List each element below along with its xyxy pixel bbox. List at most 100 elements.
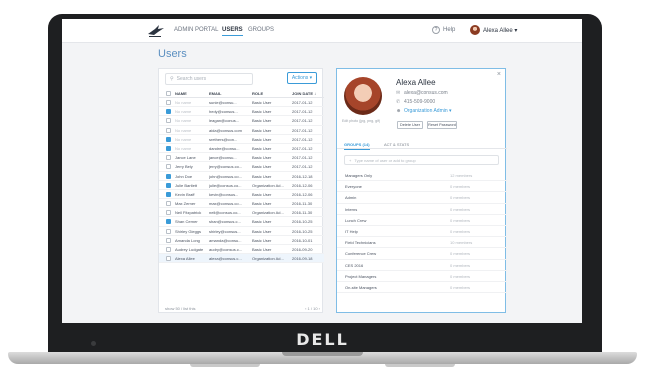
user-icon: ☻ (396, 107, 402, 114)
nav-users[interactable]: USERS (222, 27, 243, 36)
row-checkbox[interactable] (166, 155, 171, 161)
table-row[interactable]: Neil Fitzpatrick neil@consus.co... Organiz… (159, 208, 324, 218)
list-item[interactable]: Everyone 0 members (337, 181, 507, 193)
delete-user-button[interactable]: Delete User (397, 121, 423, 129)
row-checkbox[interactable] (166, 256, 171, 262)
table-row[interactable]: No name dandre@consu... Basic User 2017-01-… (159, 144, 324, 154)
cell-role: Basic User (252, 127, 272, 133)
cell-role: Basic User (252, 247, 272, 252)
column-header-name[interactable]: NAME (175, 91, 187, 96)
table-footer: show 50 / list this ‹ 1 / 10 › (165, 306, 320, 311)
row-checkbox[interactable] (166, 145, 171, 151)
table-row[interactable]: No name srethers@con... Basic User 2017-01-… (159, 135, 324, 144)
actions-dropdown-button[interactable]: Actions ▾ (287, 72, 317, 84)
table-row[interactable]: Max Zerner max@consus.co... Basic User 2016… (159, 199, 324, 209)
list-item[interactable]: On-site Managers 0 members (337, 282, 507, 294)
cell-email: dandre@consu... (209, 145, 240, 151)
help-link[interactable]: ? Help (432, 26, 455, 34)
row-checkbox[interactable] (166, 210, 171, 216)
group-member-count: 0 members (450, 206, 471, 212)
pagination[interactable]: ‹ 1 / 10 › (305, 306, 320, 311)
cell-role: Basic User (252, 219, 272, 225)
cell-email: srethers@con... (209, 136, 238, 142)
bird-logo-icon[interactable] (146, 23, 166, 39)
row-checkbox[interactable] (166, 201, 171, 207)
table-row[interactable]: Shirley Gieggs shirley@consus... Basic Use… (159, 227, 324, 236)
list-item[interactable]: Lunch Crew 0 members (337, 215, 507, 226)
table-row[interactable]: No name aida@consus.com Basic User 2017-01-… (159, 126, 324, 135)
close-icon[interactable]: × (497, 71, 501, 78)
group-name: Conference Crew (345, 251, 377, 257)
table-row[interactable]: Jerry Bely jerry@consus.co... Basic User 20… (159, 162, 324, 172)
row-checkbox[interactable] (166, 164, 171, 170)
group-name: IT Help (345, 228, 358, 234)
table-row[interactable]: Kevin Braff kevin@consus... Basic User 2016… (159, 190, 324, 200)
table-row[interactable]: Amanda Long amanda@consu... Basic User 2016… (159, 236, 324, 245)
column-header-role[interactable]: ROLE (252, 91, 263, 96)
table-row[interactable]: Shan Cerner shan@consus.c... Basic User 201… (159, 217, 324, 227)
nav-admin-portal[interactable]: ADMIN PORTAL (174, 27, 218, 33)
help-label: Help (443, 27, 456, 33)
row-checkbox[interactable] (166, 109, 171, 115)
row-checkbox[interactable] (166, 173, 171, 179)
table-row[interactable]: Audrey Ludgate audry@consus.c... Basic Use… (159, 245, 324, 255)
page-size-selector[interactable]: show 50 / list this (165, 306, 195, 311)
cell-role: Basic User (252, 228, 272, 234)
search-input[interactable]: ⚲ Search users (165, 73, 253, 85)
detail-role-dropdown[interactable]: ☻ Organization Admin ▾ (396, 108, 452, 114)
cell-email: sunie@consu... (209, 100, 237, 105)
cell-email: alexa@consus.c... (209, 256, 242, 262)
list-item[interactable]: Interns 0 members (337, 204, 507, 215)
row-checkbox[interactable] (166, 118, 171, 124)
group-search-input[interactable]: + Type name of user or add to group (344, 155, 499, 165)
row-checkbox[interactable] (166, 237, 171, 243)
table-row[interactable]: Jance Lane jance@consu... Basic User 2017-0… (159, 153, 324, 163)
row-checkbox[interactable] (166, 182, 171, 188)
cell-email: max@consus.co... (209, 201, 242, 207)
row-checkbox[interactable] (166, 219, 171, 225)
users-table-card: ⚲ Search users Actions ▾ NAME EMAIL ROLE… (158, 68, 324, 313)
list-item[interactable]: Conference Crew 0 members (337, 248, 507, 260)
cell-date: 2016-10-25 (292, 219, 313, 225)
reset-password-button[interactable]: Reset Password (427, 121, 457, 129)
edit-photo-link[interactable]: Edit photo (jpg, png, gif) (342, 119, 380, 123)
cell-role: Basic User (252, 191, 272, 197)
table-row[interactable]: Alexa Allee alexa@consus.c... Organization… (159, 254, 324, 264)
row-checkbox[interactable] (166, 127, 171, 133)
table-row[interactable]: John Doe john@consus.co... Basic User 2016-… (159, 172, 324, 181)
user-menu[interactable]: Alexa Allee ▾ (470, 25, 517, 35)
group-name: Everyone (345, 184, 362, 190)
cell-email: jance@consu... (209, 155, 237, 161)
table-row[interactable]: Julie Bartlett julie@consus.co... Organiza… (159, 181, 324, 190)
list-item[interactable]: CES 2016 0 members (337, 260, 507, 271)
list-item[interactable]: Project Managers 0 members (337, 271, 507, 282)
row-checkbox[interactable] (166, 228, 171, 234)
list-item[interactable]: Managers Only 12 members (337, 170, 507, 182)
cell-date: 2016-12-06 (292, 191, 313, 197)
row-checkbox[interactable] (166, 191, 171, 197)
cell-role: Basic User (252, 155, 272, 161)
column-header-email[interactable]: EMAIL (209, 91, 221, 96)
table-row[interactable]: No name leagan@conus... Basic User 2017-01-… (159, 116, 324, 126)
detail-email: ✉ alexa@consus.com (396, 90, 448, 96)
cell-role: Basic User (252, 145, 272, 151)
select-all-checkbox[interactable] (166, 91, 171, 96)
list-item[interactable]: IT Help 0 members (337, 226, 507, 238)
cell-email: audry@consus.c... (209, 247, 243, 252)
row-checkbox[interactable] (166, 247, 171, 252)
row-checkbox[interactable] (166, 136, 171, 142)
group-member-count: 0 members (450, 273, 471, 279)
list-item[interactable]: Field Technicians 10 members (337, 237, 507, 249)
detail-tabs: GROUPS (14) ACT & STATS (337, 139, 507, 150)
cell-role: Basic User (252, 237, 272, 243)
table-row[interactable]: No name sunie@consu... Basic User 2017-01-1… (159, 98, 324, 108)
table-row[interactable]: No name hedy@consus... Basic User 2017-01-1… (159, 107, 324, 117)
groups-list: Managers Only 12 members Everyone 0 members… (337, 170, 507, 294)
list-item[interactable]: Admin 0 members (337, 192, 507, 204)
column-header-join-date[interactable]: JOIN DATE ↓ (292, 91, 316, 96)
row-checkbox[interactable] (166, 100, 171, 105)
tab-groups[interactable]: GROUPS (14) (344, 142, 370, 150)
tab-activity-stats[interactable]: ACT & STATS (384, 142, 409, 147)
nav-groups[interactable]: GROUPS (248, 27, 274, 33)
profile-photo[interactable] (344, 77, 382, 115)
